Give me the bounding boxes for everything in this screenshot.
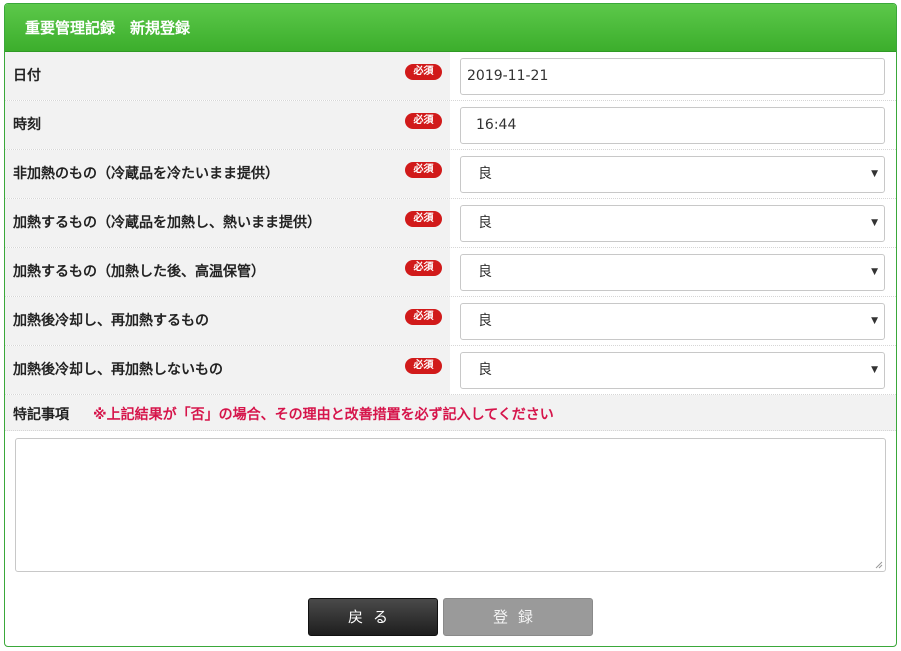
select-value: 良 bbox=[478, 313, 492, 329]
row-label-cooled-reheated: 加熱後冷却し、再加熱するもの bbox=[13, 313, 209, 329]
label-cell: 日付 必須 bbox=[5, 52, 450, 100]
form-row-cooled-not-reheated: 加熱後冷却し、再加熱しないもの 必須 良 ▼ bbox=[5, 346, 896, 395]
notes-textarea[interactable] bbox=[15, 438, 886, 572]
panel-title: 重要管理記録 新規登録 bbox=[5, 4, 896, 52]
back-button[interactable]: 戻る bbox=[308, 598, 438, 636]
caret-down-icon: ▼ bbox=[871, 169, 878, 179]
caret-down-icon: ▼ bbox=[871, 218, 878, 228]
form-row-heated-storage: 加熱するもの（加熱した後、高温保管） 必須 良 ▼ bbox=[5, 248, 896, 297]
required-badge: 必須 bbox=[405, 260, 442, 276]
form-row-non-heated: 非加熱のもの（冷蔵品を冷たいまま提供） 必須 良 ▼ bbox=[5, 150, 896, 199]
select-value: 良 bbox=[478, 264, 492, 280]
cooled-not-reheated-select[interactable]: 良 ▼ bbox=[460, 352, 885, 389]
required-badge: 必須 bbox=[405, 358, 442, 374]
non-heated-select[interactable]: 良 ▼ bbox=[460, 156, 885, 193]
form-row-time: 時刻 必須 16:44 bbox=[5, 101, 896, 150]
label-cell: 加熱後冷却し、再加熱しないもの 必須 bbox=[5, 346, 450, 394]
required-badge: 必須 bbox=[405, 162, 442, 178]
label-cell: 加熱するもの（加熱した後、高温保管） 必須 bbox=[5, 248, 450, 296]
heated-storage-select[interactable]: 良 ▼ bbox=[460, 254, 885, 291]
row-label-time: 時刻 bbox=[13, 117, 41, 133]
time-input[interactable]: 16:44 bbox=[460, 107, 885, 144]
notes-warning: ※上記結果が「否」の場合、その理由と改善措置を必ず記入してください bbox=[93, 407, 554, 423]
required-badge: 必須 bbox=[405, 64, 442, 80]
caret-down-icon: ▼ bbox=[871, 267, 878, 277]
caret-down-icon: ▼ bbox=[871, 316, 878, 326]
caret-down-icon: ▼ bbox=[871, 365, 878, 375]
row-label-non-heated: 非加熱のもの（冷蔵品を冷たいまま提供） bbox=[13, 166, 279, 182]
form-row-cooled-reheated: 加熱後冷却し、再加熱するもの 必須 良 ▼ bbox=[5, 297, 896, 346]
cooled-reheated-select[interactable]: 良 ▼ bbox=[460, 303, 885, 340]
select-value: 良 bbox=[478, 215, 492, 231]
label-cell: 加熱後冷却し、再加熱するもの 必須 bbox=[5, 297, 450, 345]
label-cell: 時刻 必須 bbox=[5, 101, 450, 149]
row-label-heated-storage: 加熱するもの（加熱した後、高温保管） bbox=[13, 264, 265, 280]
select-value: 良 bbox=[478, 362, 492, 378]
form-row-heated-hot: 加熱するもの（冷蔵品を加熱し、熱いまま提供） 必須 良 ▼ bbox=[5, 199, 896, 248]
required-badge: 必須 bbox=[405, 113, 442, 129]
required-badge: 必須 bbox=[405, 309, 442, 325]
row-label-cooled-not-reheated: 加熱後冷却し、再加熱しないもの bbox=[13, 362, 223, 378]
form-row-date: 日付 必須 2019-11-21 bbox=[5, 52, 896, 101]
record-form-panel: 重要管理記録 新規登録 日付 必須 2019-11-21 時刻 必須 16:44… bbox=[4, 3, 897, 647]
notes-label: 特記事項 bbox=[13, 407, 69, 423]
resize-grip-icon[interactable] bbox=[875, 561, 883, 569]
heated-hot-select[interactable]: 良 ▼ bbox=[460, 205, 885, 242]
notes-header: 特記事項 ※上記結果が「否」の場合、その理由と改善措置を必ず記入してください bbox=[5, 395, 896, 431]
submit-button[interactable]: 登録 bbox=[443, 598, 593, 636]
select-value: 良 bbox=[478, 166, 492, 182]
required-badge: 必須 bbox=[405, 211, 442, 227]
row-label-heated-hot: 加熱するもの（冷蔵品を加熱し、熱いまま提供） bbox=[13, 215, 321, 231]
date-input[interactable]: 2019-11-21 bbox=[460, 58, 885, 95]
label-cell: 加熱するもの（冷蔵品を加熱し、熱いまま提供） 必須 bbox=[5, 199, 450, 247]
label-cell: 非加熱のもの（冷蔵品を冷たいまま提供） 必須 bbox=[5, 150, 450, 198]
row-label-date: 日付 bbox=[13, 68, 41, 84]
